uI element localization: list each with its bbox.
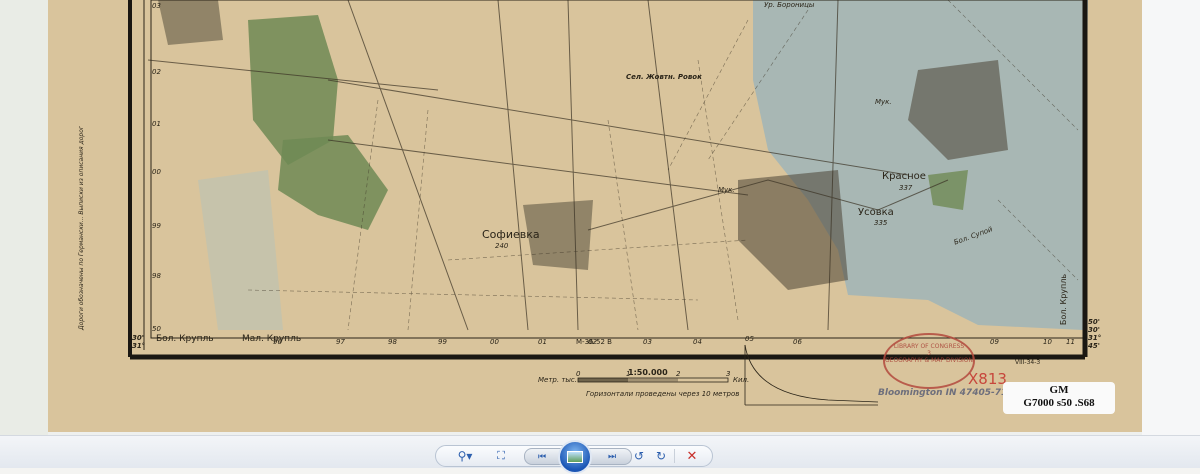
slope-scale [744, 344, 879, 403]
call-number-label: GM G7000 s50 .S68 [1003, 382, 1115, 414]
place-label: Мал. Крупль [242, 334, 302, 344]
place-label: Бол. Крупль [156, 334, 214, 344]
slideshow-icon [567, 451, 583, 463]
stamp-address: Bloomington IN 47405-7100 [878, 388, 1020, 398]
rotate-clockwise-button[interactable]: ↻ [654, 448, 668, 464]
corner-coords-left: 30' 31° [132, 334, 146, 350]
next-button[interactable]: ⏭ [603, 449, 621, 465]
corner-coords-right: 50' 30' 31° 45' [1088, 318, 1102, 350]
map-drawing [128, 0, 1088, 406]
toolbar-controls: ⚲▾ ⛶ ⏮ ⏭ ↺ ↻ ✕ [435, 440, 713, 474]
forest-area [928, 170, 968, 210]
skip-previous-icon: ⏮ [537, 452, 547, 462]
actual-size-button[interactable]: ⛶ [492, 448, 510, 464]
scale-tick: 3 [726, 370, 731, 378]
image-viewer: Софиевка 240 Красное 337 Усовка 335 Бол.… [0, 0, 1200, 435]
place-label: Софиевка [482, 228, 540, 241]
delete-button[interactable]: ✕ [684, 448, 700, 464]
edge-label: Бол. Крупль [1059, 273, 1069, 326]
zoom-icon: ⚲▾ [457, 449, 473, 463]
sheet-number: М-36-52 В [576, 338, 612, 346]
place-label: Красное [882, 171, 926, 182]
height-label: 335 [874, 219, 888, 227]
zoom-button[interactable]: ⚲▾ [452, 448, 478, 464]
side-note: Дороги обозначены по Германски... Выписк… [78, 125, 85, 330]
contour-note: Горизонтали проведены через 10 метров [586, 390, 740, 398]
viewer-toolbar: ⚲▾ ⛶ ⏮ ⏭ ↺ ↻ ✕ [0, 435, 1200, 474]
height-label: 337 [899, 184, 913, 192]
place-label: Мук. [875, 98, 892, 106]
map-image: Софиевка 240 Красное 337 Усовка 335 Бол.… [48, 0, 1142, 432]
place-label: Усовка [858, 207, 894, 218]
scale-units-left: Метр. тыс. [538, 376, 577, 384]
skip-next-icon: ⏭ [607, 452, 617, 462]
delete-x-icon: ✕ [686, 448, 698, 464]
scale-tick: 2 [676, 370, 681, 378]
slideshow-button[interactable] [558, 440, 592, 474]
rotate-ccw-icon: ↺ [633, 449, 645, 463]
scale-tick: 0 [576, 370, 581, 378]
place-label: Мук. [718, 186, 735, 194]
viewer-background-right [1142, 0, 1200, 435]
toolbar-divider [674, 449, 675, 463]
handwritten-number: X813 [968, 370, 1007, 388]
place-label: Сел. Жовтн. Ровок [626, 73, 702, 81]
fit-icon: ⛶ [497, 449, 505, 462]
settlement [158, 0, 223, 45]
adjacent-sheet: VIII-34-3 [1015, 359, 1041, 366]
height-label: 240 [495, 242, 509, 250]
place-label: Ур. Бороницы [764, 1, 815, 9]
rotate-counterclockwise-button[interactable]: ↺ [632, 448, 646, 464]
library-stamp: LIBRARY OF CONGRESS 3 GEOGRAPHY & MAP DI… [883, 333, 975, 389]
scale-tick: 1 [626, 370, 631, 378]
previous-button[interactable]: ⏮ [533, 449, 551, 465]
scale-ratio: 1:50.000 [628, 368, 668, 377]
marsh-area [198, 170, 283, 330]
rotate-cw-icon: ↻ [655, 449, 667, 463]
viewer-background-left [0, 0, 48, 435]
scale-units-right: Кил. [733, 376, 750, 384]
